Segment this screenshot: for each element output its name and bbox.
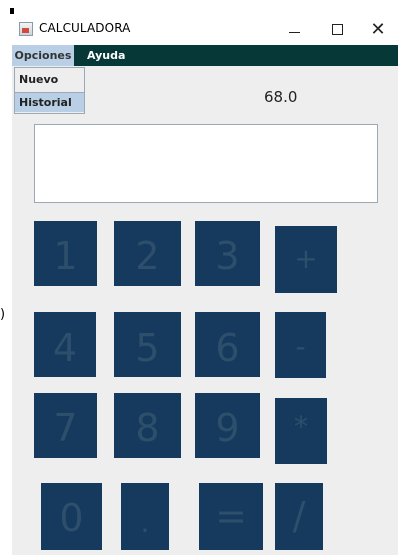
key-8[interactable]: 8 [114,393,181,458]
key-decimal[interactable]: . [121,483,169,550]
minimize-icon [289,32,300,33]
key-7[interactable]: 7 [34,393,97,458]
menu-item-nuevo[interactable]: Nuevo [15,70,84,90]
java-app-icon [19,22,33,36]
key-5[interactable]: 5 [114,312,181,377]
menu-bar: Opciones Ayuda [12,45,398,66]
key-1[interactable]: 1 [34,221,97,286]
title-bar[interactable]: CALCULADORA ✕ [12,14,398,45]
result-label: 68.0 [264,88,298,106]
key-6[interactable]: 6 [195,312,260,377]
outside-glyph: ) [0,307,6,322]
key-multiply[interactable]: * [275,398,327,464]
key-2[interactable]: 2 [114,221,181,286]
menu-item-historial[interactable]: Historial [15,92,84,112]
expression-textarea[interactable] [34,124,378,203]
key-equals[interactable]: = [199,483,263,550]
maximize-icon [332,24,343,35]
key-divide[interactable]: / [275,483,323,550]
menu-opciones[interactable]: Opciones [12,45,74,66]
key-plus[interactable]: + [275,226,337,293]
calculator-window: CALCULADORA ✕ Opciones Ayuda Nuevo Histo… [12,14,398,555]
key-9[interactable]: 9 [195,393,260,458]
close-button[interactable]: ✕ [358,14,398,45]
minimize-button[interactable] [275,14,315,45]
key-0[interactable]: 0 [41,483,102,550]
key-3[interactable]: 3 [195,221,260,286]
opciones-dropdown: Nuevo Historial [14,67,85,114]
menu-ayuda[interactable]: Ayuda [83,45,129,66]
maximize-button[interactable] [318,14,358,45]
key-minus[interactable]: - [275,312,326,378]
window-title: CALCULADORA [39,21,131,35]
key-4[interactable]: 4 [34,312,96,377]
close-icon: ✕ [370,19,386,40]
